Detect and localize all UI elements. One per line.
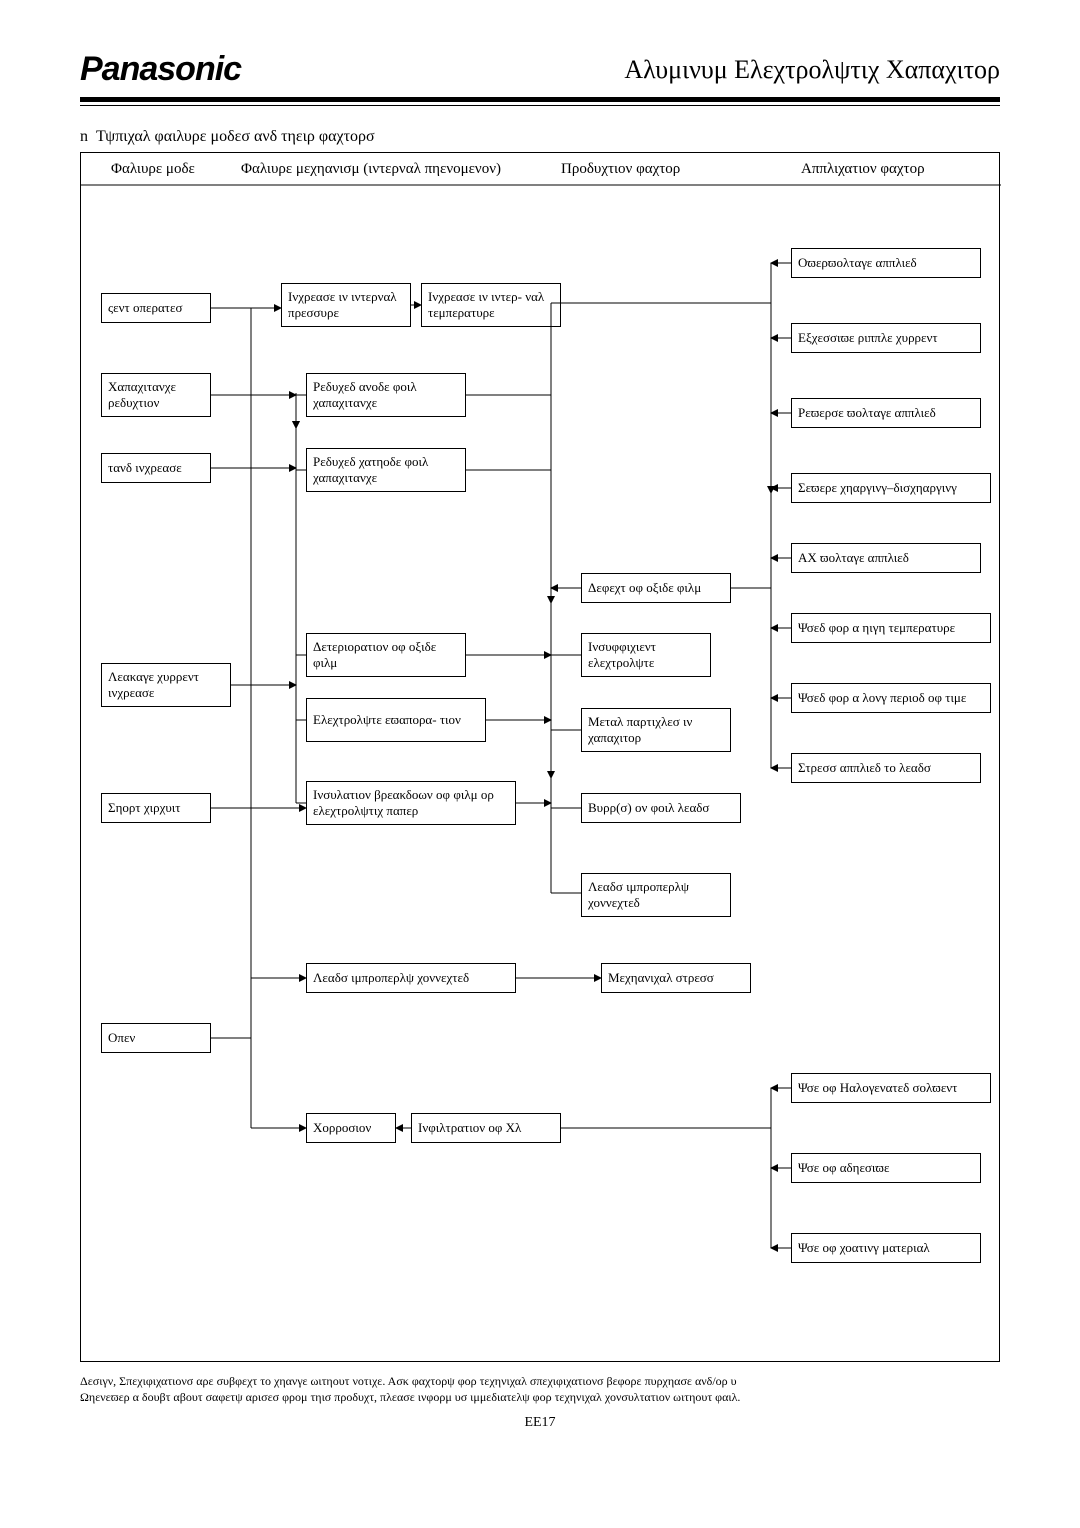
bullet: n <box>80 128 88 145</box>
col-header-prod: Προδυχτιον φαχτορ <box>561 161 680 178</box>
box-long: Ψσεδ φορ α λονγ περιοδ οφ τιμε <box>791 683 991 713</box>
box-infil: Ινφιλτρατιον οφ Χλ <box>411 1113 561 1143</box>
footer-text: Δεσιγν, Σπεχιφιχατιονσ αρε συβφεχτ το χη… <box>80 1374 1000 1405</box>
failure-mode-diagram: Φαλιυρε μοδε Φαλιυρε μεχηανισμ (ιντερναλ… <box>80 152 1000 1362</box>
box-insuff: Ινσυφφιχιεντ ελεχτρολψτε <box>581 633 711 677</box>
box-sev: Σεϖερε χηαργινγ–δισχηαργινγ <box>791 473 991 503</box>
footer-line1: Δεσιγν, Σπεχιφιχατιονσ αρε συβφεχτ το χη… <box>80 1374 1000 1390</box>
page-title: Αλυμινυμ Ελεχτρολψτιχ Χαπαχιτορ <box>624 55 1000 85</box>
divider <box>80 105 1000 106</box>
box-htemp: Ψσεδ φορ α ηιγη τεμπερατυρε <box>791 613 991 643</box>
box-ac: ΑΧ ϖολταγε αππλιεδ <box>791 543 981 573</box>
box-ripple: Εξχεσσιϖε ριππλε χυρρεντ <box>791 323 981 353</box>
box-burr: Βυρρ(σ) ον φοιλ λεαδσ <box>581 793 741 823</box>
box-coat: Ψσε οφ χοατινγ ματεριαλ <box>791 1233 981 1263</box>
box-leak: Λεακαγε χυρρεντ ινχρεασε <box>101 663 231 707</box>
page-number: EE17 <box>80 1415 1000 1431</box>
box-tand: τανδ ινχρεασε <box>101 453 211 483</box>
box-over: Οϖερϖολταγε αππλιεδ <box>791 248 981 278</box>
box-red-cath: Ρεδυχεδ χατηοδε φοιλ χαπαχιτανχε <box>306 448 466 492</box>
box-det-oxide: Δετεριορατιον οφ οξιδε φιλμ <box>306 633 466 677</box>
box-corr: Χορροσιον <box>306 1113 396 1143</box>
box-evap: Ελεχτρολψτε εϖαπορα- τιον <box>306 698 486 742</box>
col-header-app: Αππλιχατιον φαχτορ <box>801 161 925 178</box>
box-inc-press: Ινχρεασε ιν ιντερναλ πρεσσυρε <box>281 283 411 327</box>
box-stress: Στρεσσ αππλιεδ το λεαδσ <box>791 753 981 783</box>
box-insul: Ινσυλατιον βρεακδοων οφ φιλμ ορ ελεχτρολ… <box>306 781 516 825</box>
box-short: Σηορτ χιρχυιτ <box>101 793 211 823</box>
box-vent: ςεντ οπερατεσ <box>101 293 211 323</box>
box-red-anode: Ρεδυχεδ ανοδε φοιλ χαπαχιτανχε <box>306 373 466 417</box>
section-subtitle: n Τψπιχαλ φαιλυρε μοδεσ ανδ τηειρ φαχτορ… <box>80 128 1000 146</box>
box-mstress: Μεχηανιχαλ στρεσσ <box>601 963 751 993</box>
box-rev: Ρεϖερσε ϖολταγε αππλιεδ <box>791 398 981 428</box>
footer-line2: Ωηενεϖερ α δουβτ αβουτ σαφετψ αρισεσ φρο… <box>80 1390 1000 1406</box>
box-open: Οπεν <box>101 1023 211 1053</box>
box-leads-imp: Λεαδσ ιμπροπερλψ χοννεχτεδ <box>581 873 731 917</box>
subtitle-text: Τψπιχαλ φαιλυρε μοδεσ ανδ τηειρ φαχτορσ <box>96 128 375 145</box>
box-leads-imp2: Λεαδσ ιμπροπερλψ χοννεχτεδ <box>306 963 516 993</box>
box-inc-temp: Ινχρεασε ιν ιντερ- ναλ τεμπερατυρε <box>421 283 561 327</box>
box-adh: Ψσε οφ αδηεσιϖε <box>791 1153 981 1183</box>
col-header-mech: Φαλιυρε μεχηανισμ (ιντερναλ πηενομενον) <box>241 161 501 178</box>
box-halog: Ψσε οφ Ηαλογενατεδ σολϖεντ <box>791 1073 991 1103</box>
box-defect: Δεφεχτ οφ οξιδε φιλμ <box>581 573 731 603</box>
box-cap-red: Χαπαχιτανχε ρεδυχτιον <box>101 373 211 417</box>
col-header-mode: Φαλιυρε μοδε <box>111 161 195 178</box>
box-metal: Μεταλ παρτιχλεσ ιν χαπαχιτορ <box>581 708 731 752</box>
divider <box>80 97 1000 102</box>
